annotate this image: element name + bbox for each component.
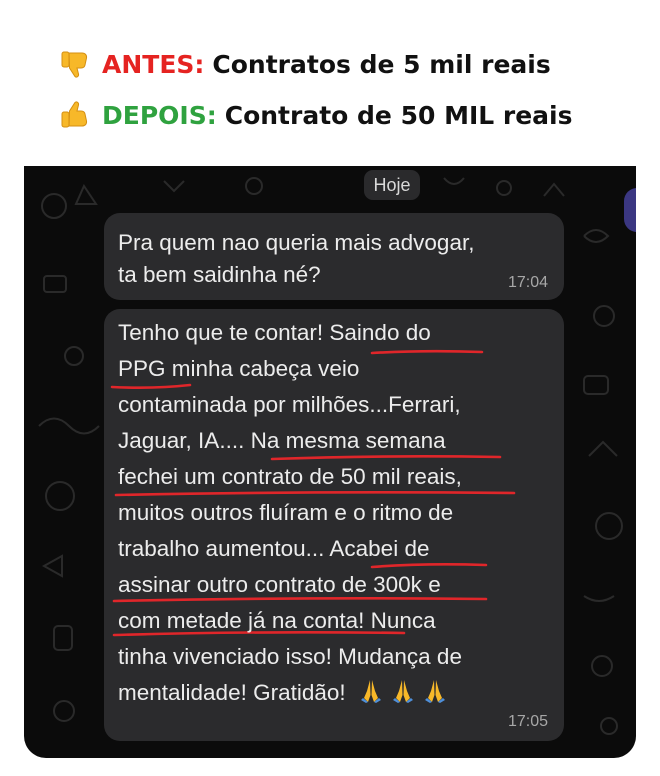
folded-hands-icon	[390, 678, 416, 704]
thumbs-up-icon	[60, 100, 90, 130]
message-line: assinar outro contrato de 300k e	[118, 572, 441, 597]
message-line: ta bem saidinha né?	[118, 262, 321, 287]
message-line: trabalho aumentou... Acabei de	[118, 536, 430, 561]
message-line: tinha vivenciado isso! Mudança de	[118, 644, 462, 669]
avatar-edge	[624, 188, 636, 232]
before-text: Contratos de 5 mil reais	[212, 49, 551, 79]
before-tag: ANTES:	[102, 49, 205, 79]
message-text: mentalidade! Gratidão!	[118, 680, 346, 705]
message-line: fechei um contrato de 50 mil reais,	[118, 464, 462, 489]
message-line: contaminada por milhões...Ferrari,	[118, 392, 461, 417]
message-line: Tenho que te contar! Saindo do	[118, 320, 431, 345]
date-separator: Hoje	[364, 170, 420, 200]
message-bubble-2[interactable]: Tenho que te contar! Saindo do PPG minha…	[104, 309, 564, 741]
before-line: ANTES: Contratos de 5 mil reais	[60, 46, 551, 82]
message-timestamp: 17:04	[507, 274, 548, 291]
message-line: PPG minha cabeça veio	[118, 356, 360, 381]
message-line-last: mentalidade! Gratidão!	[118, 675, 448, 711]
folded-hands-icon	[358, 678, 384, 704]
message-timestamp: 17:05	[507, 713, 548, 730]
after-tag: DEPOIS:	[102, 100, 217, 130]
message-line: Pra quem nao queria mais advogar,	[118, 230, 475, 255]
after-line: DEPOIS: Contrato de 50 MIL reais	[60, 97, 573, 133]
after-text: Contrato de 50 MIL reais	[224, 100, 573, 130]
message-line: muitos outros fluíram e o ritmo de	[118, 500, 454, 525]
folded-hands-icon	[422, 678, 448, 704]
thumbs-down-icon	[60, 49, 90, 79]
message-line: com metade já na conta! Nunca	[118, 608, 436, 633]
chat-screenshot: Hoje Pra quem nao queria mais advogar, t…	[24, 166, 636, 758]
message-bubble-1[interactable]: Pra quem nao queria mais advogar, ta bem…	[104, 213, 564, 300]
message-line: Jaguar, IA.... Na mesma semana	[118, 428, 446, 453]
